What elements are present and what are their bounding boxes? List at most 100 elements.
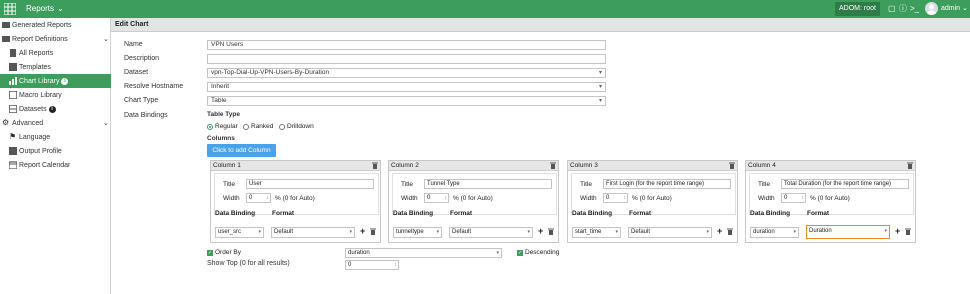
resolve-hostname-select[interactable]: Inherit [207, 82, 606, 92]
column-title-input[interactable]: Total Duration (for the report time rang… [781, 179, 909, 189]
terminal-icon[interactable]: ▢ [888, 4, 896, 14]
title-label: Title [223, 181, 236, 188]
column-width-stepper[interactable]: 0 [424, 193, 449, 203]
descending-checkbox[interactable]: ✓ Descending [517, 249, 559, 256]
adom-selector[interactable]: ADOM: root [835, 2, 880, 16]
sidebar-item-label: Report Calendar [19, 161, 71, 169]
data-binding-select[interactable]: user_src [215, 227, 264, 238]
column-width-stepper[interactable]: 0 [781, 193, 806, 203]
data-binding-label: Data Binding [750, 210, 791, 217]
add-column-button[interactable]: Click to add Column [207, 144, 276, 157]
sidebar-item-generated-reports[interactable]: Generated Reports [0, 18, 111, 32]
sidebar-item-output-profile[interactable]: Output Profile [0, 144, 111, 158]
width-hint: % (0 for Auto) [632, 195, 672, 202]
app-menu[interactable]: Reports ⌄ [26, 4, 64, 13]
description-input[interactable] [207, 54, 606, 64]
name-input[interactable]: VPN Users [207, 40, 606, 50]
app-grid-icon[interactable] [4, 3, 16, 15]
sidebar-item-advanced[interactable]: ⚙ Advanced ⌄ [0, 116, 111, 130]
top-bar: Reports ⌄ ADOM: root ▢ ⓘ >_ admin ⌄ [0, 0, 970, 18]
sidebar-item-datasets[interactable]: Datasets i [0, 102, 111, 116]
trash-icon[interactable] [550, 162, 556, 169]
add-binding-icon[interactable]: + [360, 226, 365, 237]
add-binding-icon[interactable]: + [717, 226, 722, 237]
chart-type-select[interactable]: Table [207, 96, 606, 106]
column-width-stepper[interactable]: 0 [603, 193, 628, 203]
sidebar-item-templates[interactable]: Templates [0, 60, 111, 74]
column-header-label: Column 4 [748, 162, 776, 169]
sidebar-item-label: Chart Library [19, 77, 60, 85]
sidebar-item-macro-library[interactable]: Macro Library [0, 88, 111, 102]
radio-label: Regular [215, 123, 238, 130]
cli-icon[interactable]: >_ [910, 4, 919, 14]
app-menu-label: Reports [26, 4, 55, 13]
format-select[interactable]: Default [449, 227, 533, 238]
avatar[interactable] [925, 2, 938, 15]
trash-icon[interactable] [370, 228, 376, 235]
column-settings: Title First Login (for the report time r… [571, 173, 736, 215]
sidebar-item-report-calendar[interactable]: Report Calendar [0, 158, 111, 172]
radio-selected-icon [207, 123, 213, 130]
radio-regular[interactable]: Regular [207, 123, 238, 130]
trash-icon[interactable] [372, 162, 378, 169]
width-label: Width [758, 195, 775, 202]
order-by-select[interactable]: duration [345, 248, 502, 258]
column-header: Column 3 [568, 161, 737, 171]
radio-ranked[interactable]: Ranked [243, 123, 273, 130]
trash-icon[interactable] [905, 228, 911, 235]
sidebar-item-label: Language [19, 133, 51, 141]
data-binding-label: Data Binding [215, 210, 256, 217]
chevron-down-icon: ⌄ [962, 5, 968, 12]
user-menu[interactable]: admin ⌄ [941, 4, 968, 12]
column-title-input[interactable]: First Login (for the report time range) [603, 179, 731, 189]
radio-label: Drilldown [287, 123, 314, 130]
help-icon[interactable]: ⓘ [899, 4, 907, 14]
data-binding-select[interactable]: start_time [572, 227, 621, 238]
add-binding-icon[interactable]: + [895, 226, 900, 237]
data-bindings-label: Data Bindings [124, 112, 168, 119]
radio-drilldown[interactable]: Drilldown [279, 123, 314, 130]
column-width-stepper[interactable]: 0 [246, 193, 271, 203]
chevron-down-icon[interactable]: ⌄ [103, 35, 109, 43]
data-binding-select[interactable]: tunneltype [393, 227, 442, 238]
info-icon[interactable]: i [48, 105, 56, 113]
trash-icon[interactable] [548, 228, 554, 235]
add-binding-icon[interactable]: + [538, 226, 543, 237]
report-icon [10, 49, 16, 57]
chevron-down-icon[interactable]: ⌄ [103, 119, 109, 127]
format-select[interactable]: Default [271, 227, 355, 238]
column-title-input[interactable]: User [246, 179, 374, 189]
sidebar-item-all-reports[interactable]: All Reports [0, 46, 111, 60]
title-label: Title [401, 181, 414, 188]
column-title-input[interactable]: Tunnel Type [424, 179, 552, 189]
sidebar-item-language[interactable]: ⚑ Language [0, 130, 111, 144]
format-select[interactable]: Duration [806, 225, 890, 239]
trash-icon[interactable] [729, 162, 735, 169]
sidebar-item-label: Generated Reports [12, 21, 72, 29]
trash-icon[interactable] [907, 162, 913, 169]
data-binding-label: Data Binding [393, 210, 434, 217]
dataset-label: Dataset [124, 69, 149, 76]
format-select[interactable]: Default [628, 227, 712, 238]
gear-icon: ⚙ [2, 118, 10, 127]
format-label: Format [272, 210, 295, 217]
dataset-select[interactable]: vpn-Top-Dial-Up-VPN-Users-By-Duration [207, 68, 606, 78]
sidebar-item-report-definitions[interactable]: Report Definitions ⌄ [0, 32, 111, 46]
sidebar-item-label: Report Definitions [12, 35, 68, 43]
chevron-down-icon: ⌄ [57, 4, 64, 13]
sidebar-item-chart-library[interactable]: Chart Library i [0, 74, 111, 88]
data-binding-select[interactable]: duration [750, 227, 799, 238]
sidebar-item-label: Templates [19, 63, 51, 71]
sidebar-item-label: All Reports [19, 49, 54, 57]
dataset-icon [9, 105, 17, 113]
sidebar: Generated Reports Report Definitions ⌄ A… [0, 18, 111, 294]
template-icon [9, 63, 17, 71]
column-settings: Title Total Duration (for the report tim… [749, 173, 914, 215]
sidebar-item-label: Output Profile [19, 147, 62, 155]
order-by-checkbox[interactable]: ✓ Order By [207, 249, 241, 256]
show-top-stepper[interactable]: 0 [345, 260, 399, 270]
info-icon[interactable]: i [61, 77, 69, 85]
columns-label: Columns [207, 135, 235, 142]
trash-icon[interactable] [727, 228, 733, 235]
page-title: Edit Chart [111, 18, 970, 32]
